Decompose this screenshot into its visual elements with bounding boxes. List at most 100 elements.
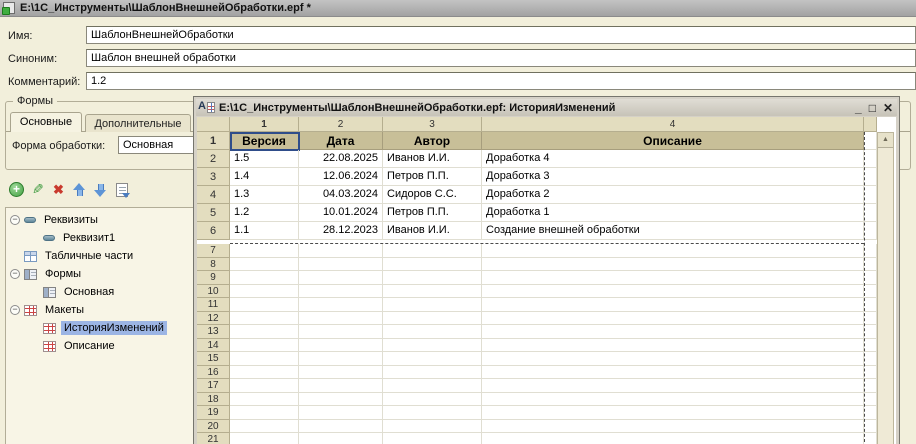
sheet-cell[interactable] — [230, 298, 299, 312]
row-header[interactable]: 15 — [197, 352, 230, 366]
sheet-cell[interactable] — [482, 419, 864, 433]
corner-cell[interactable] — [197, 117, 230, 132]
sheet-cell[interactable] — [482, 311, 864, 325]
sheet-cell[interactable]: Иванов И.И. — [383, 222, 482, 240]
scroll-up-icon[interactable]: ▲ — [878, 133, 893, 148]
tab-main[interactable]: Основные — [10, 112, 82, 132]
tab-additional[interactable]: Дополнительные — [85, 114, 191, 132]
sheet-header-cell[interactable]: Описание — [482, 132, 864, 150]
sheet-cell[interactable] — [482, 379, 864, 393]
sheet-cell[interactable] — [864, 406, 877, 420]
column-header[interactable]: 3 — [383, 117, 482, 132]
sheet-cell[interactable] — [864, 204, 877, 222]
sheet-cell[interactable] — [299, 325, 383, 339]
sheet-cell[interactable] — [482, 257, 864, 271]
sheet-cell[interactable] — [230, 257, 299, 271]
close-button[interactable]: ✕ — [883, 102, 893, 114]
sheet-cell[interactable] — [230, 311, 299, 325]
sheet-cell[interactable] — [383, 284, 482, 298]
sheet-cell[interactable] — [383, 392, 482, 406]
sheet-cell[interactable] — [482, 352, 864, 366]
sheet-cell[interactable]: 1.4 — [230, 168, 299, 186]
sheet-cell[interactable] — [482, 244, 864, 258]
sheet-cell[interactable]: 1.2 — [230, 204, 299, 222]
sheet-cell[interactable] — [299, 365, 383, 379]
sheet-cell[interactable] — [864, 352, 877, 366]
sheet-header-cell[interactable]: Дата — [299, 132, 383, 150]
sheet-cell[interactable]: Доработка 2 — [482, 186, 864, 204]
sheet-cell[interactable] — [230, 338, 299, 352]
column-header[interactable]: 4 — [482, 117, 864, 132]
sheet-cell[interactable] — [482, 365, 864, 379]
sheet-cell[interactable]: Доработка 4 — [482, 150, 864, 168]
sheet-cell[interactable] — [482, 271, 864, 285]
sheet-cell[interactable] — [230, 433, 299, 444]
sheet-cell[interactable] — [383, 352, 482, 366]
sheet-cell[interactable] — [482, 284, 864, 298]
sheet-cell[interactable] — [299, 244, 383, 258]
move-down-button[interactable] — [92, 181, 109, 198]
row-header[interactable]: 8 — [197, 257, 230, 271]
sheet-cell[interactable] — [230, 284, 299, 298]
sheet-cell[interactable] — [864, 379, 877, 393]
sheet-cell[interactable] — [230, 271, 299, 285]
sheet-cell[interactable] — [864, 150, 877, 168]
sheet-cell[interactable]: 22.08.2025 — [299, 150, 383, 168]
sheet-cell[interactable] — [864, 392, 877, 406]
sheet-cell[interactable] — [482, 406, 864, 420]
row-header[interactable]: 7 — [197, 244, 230, 258]
sheet-cell[interactable] — [864, 433, 877, 444]
sheet-cell[interactable] — [299, 419, 383, 433]
column-header[interactable] — [864, 117, 877, 132]
sheet-cell[interactable] — [383, 257, 482, 271]
sheet-cell[interactable] — [383, 338, 482, 352]
sheet-titlebar[interactable]: A E:\1C_Инструменты\ШаблонВнешнейОбработ… — [196, 99, 897, 116]
add-button[interactable]: + — [8, 181, 25, 198]
sheet-cell[interactable]: Петров П.П. — [383, 168, 482, 186]
sheet-cell[interactable] — [864, 132, 877, 150]
sheet-cell[interactable] — [864, 325, 877, 339]
row-header[interactable]: 20 — [197, 419, 230, 433]
row-header[interactable]: 11 — [197, 298, 230, 312]
row-header[interactable]: 16 — [197, 365, 230, 379]
sheet-cell[interactable] — [864, 311, 877, 325]
sheet-cell[interactable] — [383, 406, 482, 420]
reorder-button[interactable] — [113, 181, 130, 198]
sheet-cell[interactable] — [864, 271, 877, 285]
sheet-cell[interactable] — [383, 271, 482, 285]
sheet-cell[interactable] — [383, 379, 482, 393]
sheet-cell[interactable] — [230, 392, 299, 406]
sheet-cell[interactable] — [299, 284, 383, 298]
collapse-icon[interactable]: − — [10, 305, 20, 315]
sheet-cell[interactable] — [864, 298, 877, 312]
row-header[interactable]: 1 — [197, 132, 230, 150]
sheet-cell[interactable] — [299, 298, 383, 312]
sheet-cell[interactable]: Доработка 1 — [482, 204, 864, 222]
sheet-cell[interactable] — [864, 365, 877, 379]
sheet-cell[interactable] — [299, 311, 383, 325]
sheet-cell[interactable] — [299, 406, 383, 420]
sheet-cell[interactable] — [230, 419, 299, 433]
sheet-cell[interactable] — [383, 419, 482, 433]
vertical-scrollbar[interactable]: ▲ — [877, 132, 894, 444]
column-header[interactable]: 1 — [230, 117, 299, 132]
sheet-cell[interactable] — [864, 419, 877, 433]
row-header[interactable]: 14 — [197, 338, 230, 352]
sheet-cell[interactable] — [230, 244, 299, 258]
move-up-button[interactable] — [71, 181, 88, 198]
sheet-cell[interactable]: Доработка 3 — [482, 168, 864, 186]
sheet-cell[interactable] — [864, 338, 877, 352]
sheet-cell[interactable]: Сидоров С.С. — [383, 186, 482, 204]
synonym-input[interactable]: Шаблон внешней обработки — [86, 49, 916, 67]
sheet-cell[interactable] — [482, 298, 864, 312]
sheet-cell[interactable] — [230, 365, 299, 379]
row-header[interactable]: 10 — [197, 284, 230, 298]
sheet-cell[interactable] — [383, 365, 482, 379]
sheet-cell[interactable]: 28.12.2023 — [299, 222, 383, 240]
sheet-cell[interactable] — [864, 244, 877, 258]
row-header[interactable]: 13 — [197, 325, 230, 339]
row-header[interactable]: 19 — [197, 406, 230, 420]
sheet-cell[interactable]: 1.1 — [230, 222, 299, 240]
sheet-cell[interactable] — [299, 271, 383, 285]
sheet-cell[interactable] — [864, 257, 877, 271]
